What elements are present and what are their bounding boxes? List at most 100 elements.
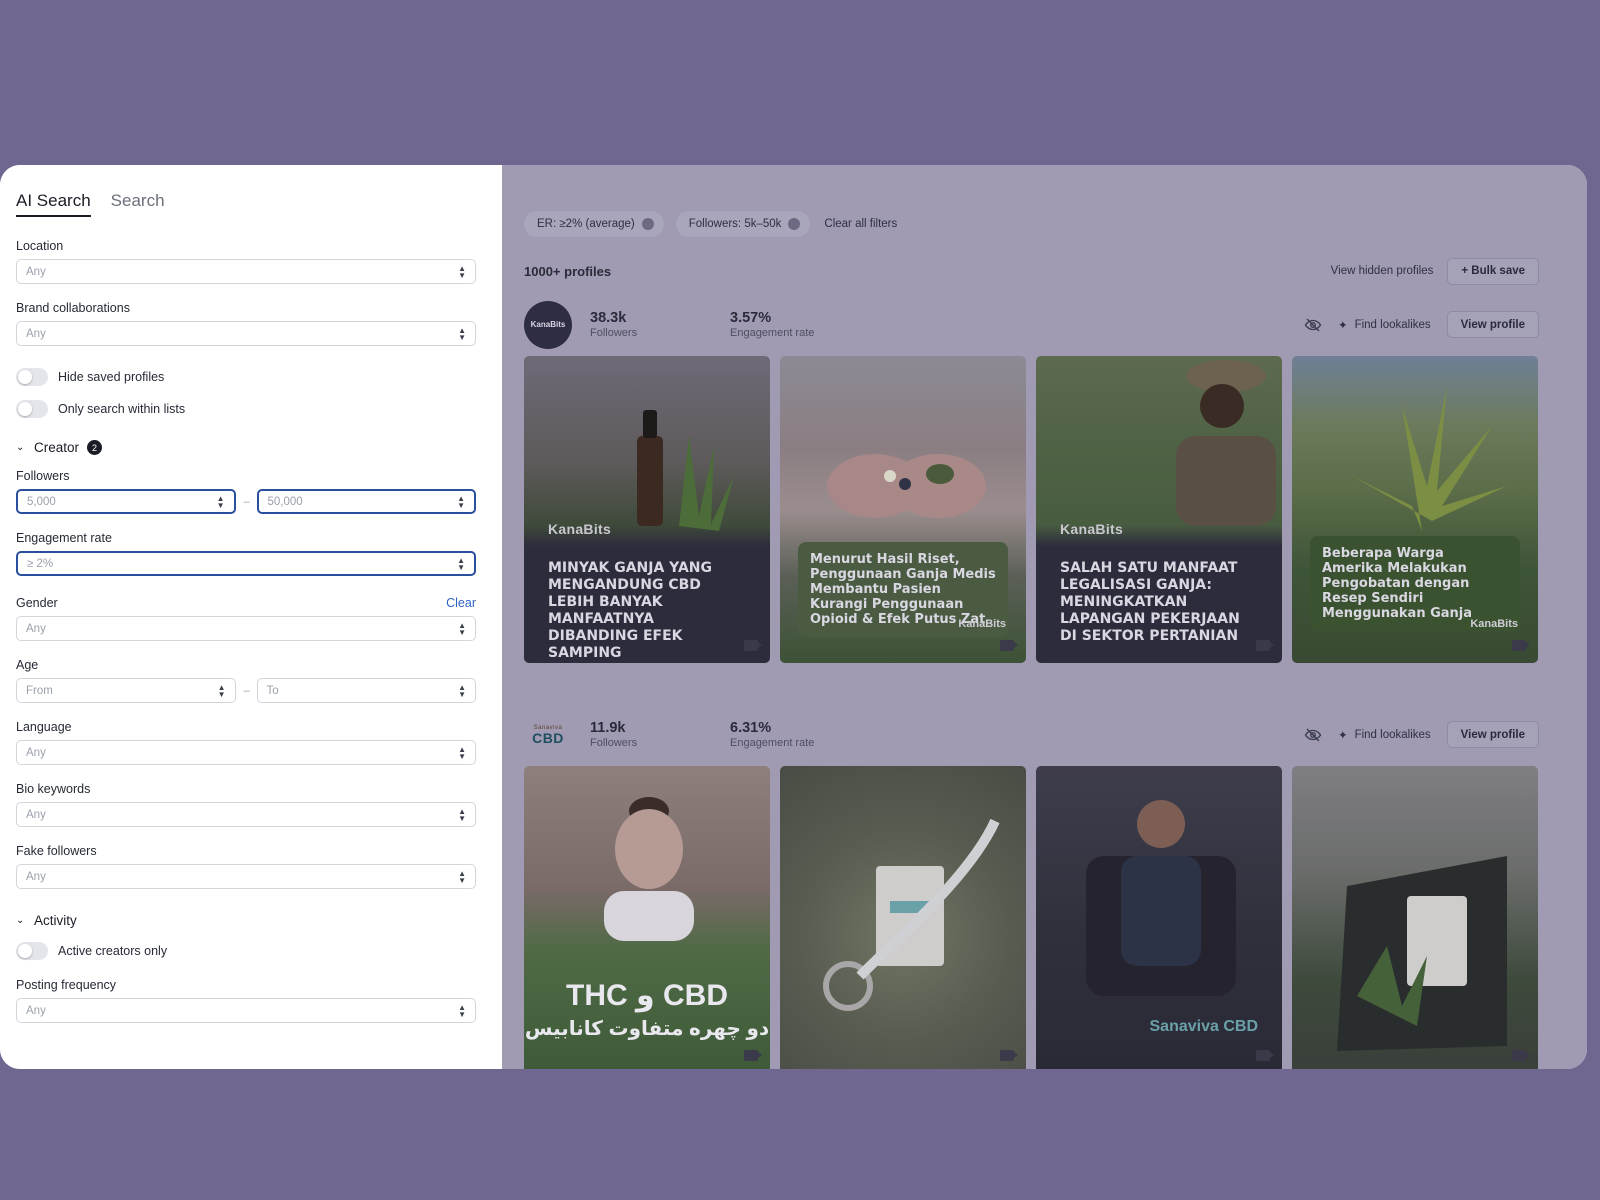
post-caption: SALAH SATU MANFAAT LEGALISASI GANJA: MEN…	[1060, 560, 1240, 644]
bulk-save-button[interactable]: + Bulk save	[1447, 257, 1539, 285]
age-from-select[interactable]: From ▲ ▼	[16, 678, 236, 703]
post-thumbnail[interactable]	[780, 766, 1026, 1069]
active-creators-toggle[interactable]	[16, 942, 48, 960]
location-select[interactable]: Any ▲ ▼	[16, 259, 476, 284]
find-lookalikes-label: Find lookalikes	[1354, 728, 1431, 741]
video-icon	[1000, 1050, 1018, 1061]
hands-image	[827, 454, 986, 518]
engagement-value: 6.31%	[730, 720, 772, 736]
tab-search[interactable]: Search	[111, 191, 165, 217]
within-lists-row: Only search within lists	[16, 400, 476, 418]
view-hidden-profiles-button[interactable]: View hidden profiles	[1331, 265, 1434, 277]
avatar-logo-text: CBD	[532, 729, 564, 746]
chevron-down-icon: ⌄	[16, 915, 25, 926]
video-icon	[1000, 640, 1018, 651]
gender-select[interactable]: Any ▲ ▼	[16, 616, 476, 641]
results-panel: ER: ≥2% (average) Followers: 5k–50k Clea…	[502, 165, 1587, 1069]
post-thumbnail[interactable]: Menurut Hasil Riset, Penggunaan Ganja Me…	[780, 356, 1026, 663]
within-lists-toggle[interactable]	[16, 400, 48, 418]
view-profile-button[interactable]: View profile	[1446, 721, 1539, 748]
eye-off-icon[interactable]	[1304, 316, 1322, 334]
post-thumbnail[interactable]: Beberapa Warga Amerika Melakukan Pengoba…	[1292, 356, 1538, 663]
chevron-down-icon: ⌄	[16, 442, 25, 453]
post-thumbnail[interactable]: THC و CBD دو چهره متفاوت کانابیس	[524, 766, 770, 1069]
gender-group: Gender Clear Any ▲ ▼	[16, 596, 476, 641]
followers-stat-label: Followers	[590, 737, 638, 749]
video-icon	[744, 1050, 762, 1061]
age-group: Age From ▲ ▼ – To ▲ ▼	[16, 658, 476, 703]
engagement-value: ≥ 2%	[27, 557, 54, 570]
video-icon	[744, 640, 762, 651]
post-caption: Beberapa Warga Amerika Melakukan Pengoba…	[1310, 536, 1520, 631]
gender-label: Gender	[16, 596, 58, 610]
post-thumbnail[interactable]	[1292, 766, 1538, 1069]
remove-filter-icon[interactable]	[641, 218, 654, 230]
brand-collab-value: Any	[26, 327, 46, 340]
bio-group: Bio keywords Any ▲ ▼	[16, 782, 476, 827]
followers-max-input[interactable]: 50,000 ▲ ▼	[256, 489, 476, 514]
posting-frequency-select[interactable]: Any ▲ ▼	[16, 998, 476, 1023]
woman-portrait-image	[604, 797, 694, 941]
location-value: Any	[26, 265, 46, 278]
brand-collab-select[interactable]: Any ▲ ▼	[16, 321, 476, 346]
avatar[interactable]: KanaBits	[524, 300, 572, 349]
fake-followers-value: Any	[26, 870, 46, 883]
creator-title: Creator	[34, 440, 80, 455]
sparkle-icon: ✦	[1337, 729, 1348, 742]
view-profile-button[interactable]: View profile	[1446, 311, 1539, 338]
engagement-select[interactable]: ≥ 2% ▲ ▼	[16, 551, 476, 576]
remove-filter-icon[interactable]	[788, 218, 801, 230]
cannabis-plant-image	[1352, 386, 1507, 531]
post-thumbnail[interactable]: Sanaviva CBD	[1036, 766, 1282, 1069]
find-lookalikes-button[interactable]: ✦ Find lookalikes	[1338, 318, 1431, 332]
creator-section-toggle[interactable]: ⌄ Creator 2	[16, 440, 476, 455]
fake-followers-select[interactable]: Any ▲ ▼	[16, 864, 476, 889]
updown-icon: ▲ ▼	[216, 493, 225, 510]
activity-section-toggle[interactable]: ⌄ Activity	[16, 913, 476, 928]
engagement-group: Engagement rate ≥ 2% ▲ ▼	[16, 531, 476, 576]
updown-icon: ▲ ▼	[458, 620, 466, 637]
followers-group: Followers 5,000 ▲ ▼ – 50,000 ▲ ▼	[16, 469, 476, 514]
language-select[interactable]: Any ▲ ▼	[16, 740, 476, 765]
post-brand: KanaBits	[1470, 618, 1518, 630]
results-count: 1000+ profiles	[524, 263, 612, 279]
video-icon	[1512, 1050, 1530, 1061]
followers-label: Followers	[16, 469, 70, 483]
post-overlay-title: THC و CBD	[566, 979, 728, 1012]
filter-chip-followers: Followers: 5k–50k	[675, 211, 811, 237]
post-overlay-subtitle: دو چهره متفاوت کانابیس	[524, 1018, 770, 1040]
post-caption: MINYAK GANJA YANG MENGANDUNG CBD LEBIH B…	[548, 560, 713, 661]
age-from-value: From	[26, 684, 53, 697]
updown-icon: ▲ ▼	[458, 325, 466, 342]
hide-saved-toggle[interactable]	[16, 368, 48, 386]
bio-select[interactable]: Any ▲ ▼	[16, 802, 476, 827]
language-label: Language	[16, 720, 72, 734]
eye-off-icon[interactable]	[1304, 726, 1322, 744]
followers-stat: 11.9k Followers	[590, 720, 730, 749]
updown-icon: ▲ ▼	[458, 1002, 466, 1019]
man-in-chair-image	[1086, 800, 1236, 996]
tab-ai-search[interactable]: AI Search	[16, 191, 91, 217]
followers-min-input[interactable]: 5,000 ▲ ▼	[16, 489, 236, 514]
video-icon	[1512, 640, 1530, 651]
gender-clear-button[interactable]: Clear	[446, 596, 476, 610]
range-dash: –	[243, 495, 250, 508]
language-value: Any	[26, 746, 46, 759]
find-lookalikes-button[interactable]: ✦ Find lookalikes	[1338, 728, 1431, 742]
language-group: Language Any ▲ ▼	[16, 720, 476, 765]
clear-all-filters-button[interactable]: Clear all filters	[824, 218, 897, 230]
engagement-stat: 6.31% Engagement rate	[730, 720, 870, 749]
updown-icon: ▲ ▼	[458, 682, 466, 699]
video-icon	[1256, 640, 1274, 651]
updown-icon: ▲ ▼	[457, 555, 465, 572]
engagement-label: Engagement rate	[16, 531, 112, 545]
bio-label: Bio keywords	[16, 782, 91, 796]
updown-icon: ▲ ▼	[217, 682, 226, 699]
sparkle-icon: ✦	[1337, 319, 1348, 332]
fake-followers-label: Fake followers	[16, 844, 97, 858]
post-thumbnail[interactable]: KanaBits SALAH SATU MANFAAT LEGALISASI G…	[1036, 356, 1282, 663]
post-thumbnail[interactable]: KanaBits MINYAK GANJA YANG MENGANDUNG CB…	[524, 356, 770, 663]
updown-icon: ▲ ▼	[457, 493, 465, 510]
age-to-select[interactable]: To ▲ ▼	[256, 678, 476, 703]
avatar[interactable]: Sanaviva CBD	[524, 711, 572, 759]
